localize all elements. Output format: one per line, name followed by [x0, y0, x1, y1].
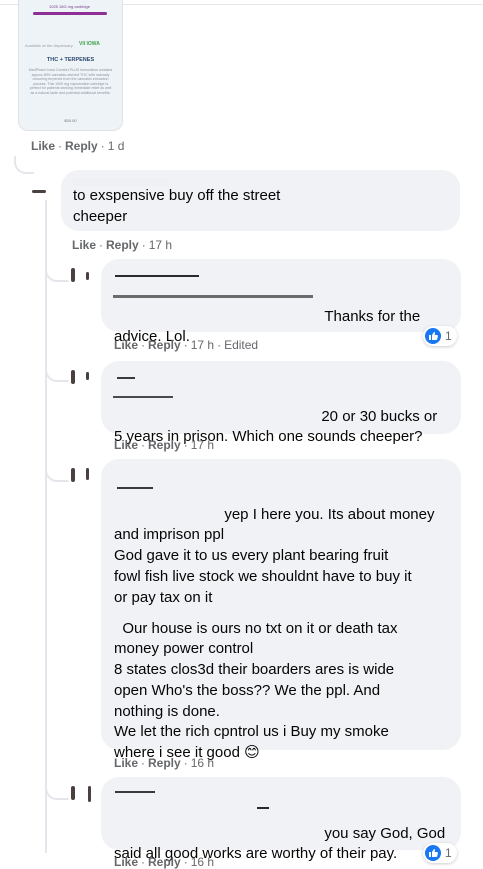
- reaction-count: 1: [445, 329, 452, 343]
- attachment-logo: VII IOWA: [79, 41, 100, 47]
- timestamp[interactable]: 1 d: [108, 139, 125, 153]
- top-comment-actions: Like · Reply · 1 d: [31, 139, 125, 153]
- thread-connector: [14, 156, 34, 174]
- reply-link[interactable]: Reply: [148, 756, 181, 770]
- product-image-attachment[interactable]: 1025 18G mg cartridge Available at the d…: [18, 0, 123, 131]
- reply-link[interactable]: Reply: [65, 139, 98, 153]
- reply-connector: [45, 464, 69, 482]
- attachment-price: $00.00: [64, 118, 77, 123]
- comment-text-content: Our house is ours no txt on it or death …: [114, 619, 398, 761]
- comment-actions: Like · Reply · 16 h: [114, 855, 215, 869]
- reply-link[interactable]: Reply: [148, 438, 181, 452]
- reaction-badge[interactable]: 1: [423, 843, 457, 863]
- comment-actions: Like · Reply · 17 h · Edited: [114, 338, 259, 352]
- like-link[interactable]: Like: [114, 855, 138, 869]
- avatar[interactable]: [30, 170, 60, 200]
- timestamp[interactable]: 17 h: [149, 238, 172, 252]
- reply-connector: [45, 264, 69, 282]
- like-link[interactable]: Like: [72, 238, 96, 252]
- comment-actions: Like · Reply · 17 h: [72, 238, 173, 252]
- reply-link[interactable]: Reply: [106, 238, 139, 252]
- thread-line: [45, 193, 47, 853]
- avatar[interactable]: [68, 362, 98, 392]
- reaction-badge[interactable]: 1: [423, 326, 457, 346]
- like-link[interactable]: Like: [114, 756, 138, 770]
- attachment-title: THC + TERPENES: [46, 57, 95, 63]
- timestamp[interactable]: 16 h: [191, 855, 214, 869]
- attachment-subtext: Available at the dispensary: [25, 43, 73, 48]
- reply-connector: [45, 364, 69, 382]
- like-icon: [425, 845, 441, 861]
- like-link[interactable]: Like: [114, 338, 138, 352]
- attachment-badge: 1025 18G mg cartridge: [49, 4, 90, 9]
- avatar[interactable]: [68, 262, 98, 292]
- edited-label: Edited: [224, 338, 259, 352]
- attachment-body: MedPharm Iowa Comfort PLUS formulation c…: [28, 68, 113, 95]
- attachment-bar: [33, 12, 107, 15]
- timestamp[interactable]: 17 h: [191, 338, 214, 352]
- comment-actions: Like · Reply · 16 h: [114, 756, 215, 770]
- reply-link[interactable]: Reply: [148, 338, 181, 352]
- like-link[interactable]: Like: [31, 139, 55, 153]
- timestamp[interactable]: 17 h: [191, 438, 214, 452]
- reply-connector: [45, 782, 69, 800]
- comment-text-content: yep I here you. Its about money and impr…: [114, 505, 435, 606]
- comment-actions: Like · Reply · 17 h: [114, 438, 215, 452]
- avatar[interactable]: [68, 462, 98, 492]
- reaction-count: 1: [445, 846, 452, 860]
- comment-text-continued: Our house is ours no txt on it or death …: [114, 598, 454, 764]
- timestamp[interactable]: 16 h: [191, 756, 214, 770]
- comment-text: to exspensive buy off the street cheeper: [73, 187, 281, 225]
- smile-emoji-icon: 😊: [244, 743, 260, 761]
- comment-text: yep I here you. Its about money and impr…: [114, 484, 454, 608]
- like-icon: [425, 328, 441, 344]
- like-link[interactable]: Like: [114, 438, 138, 452]
- avatar[interactable]: [68, 780, 98, 810]
- redacted-name[interactable]: [73, 178, 169, 186]
- reply-link[interactable]: Reply: [148, 855, 181, 869]
